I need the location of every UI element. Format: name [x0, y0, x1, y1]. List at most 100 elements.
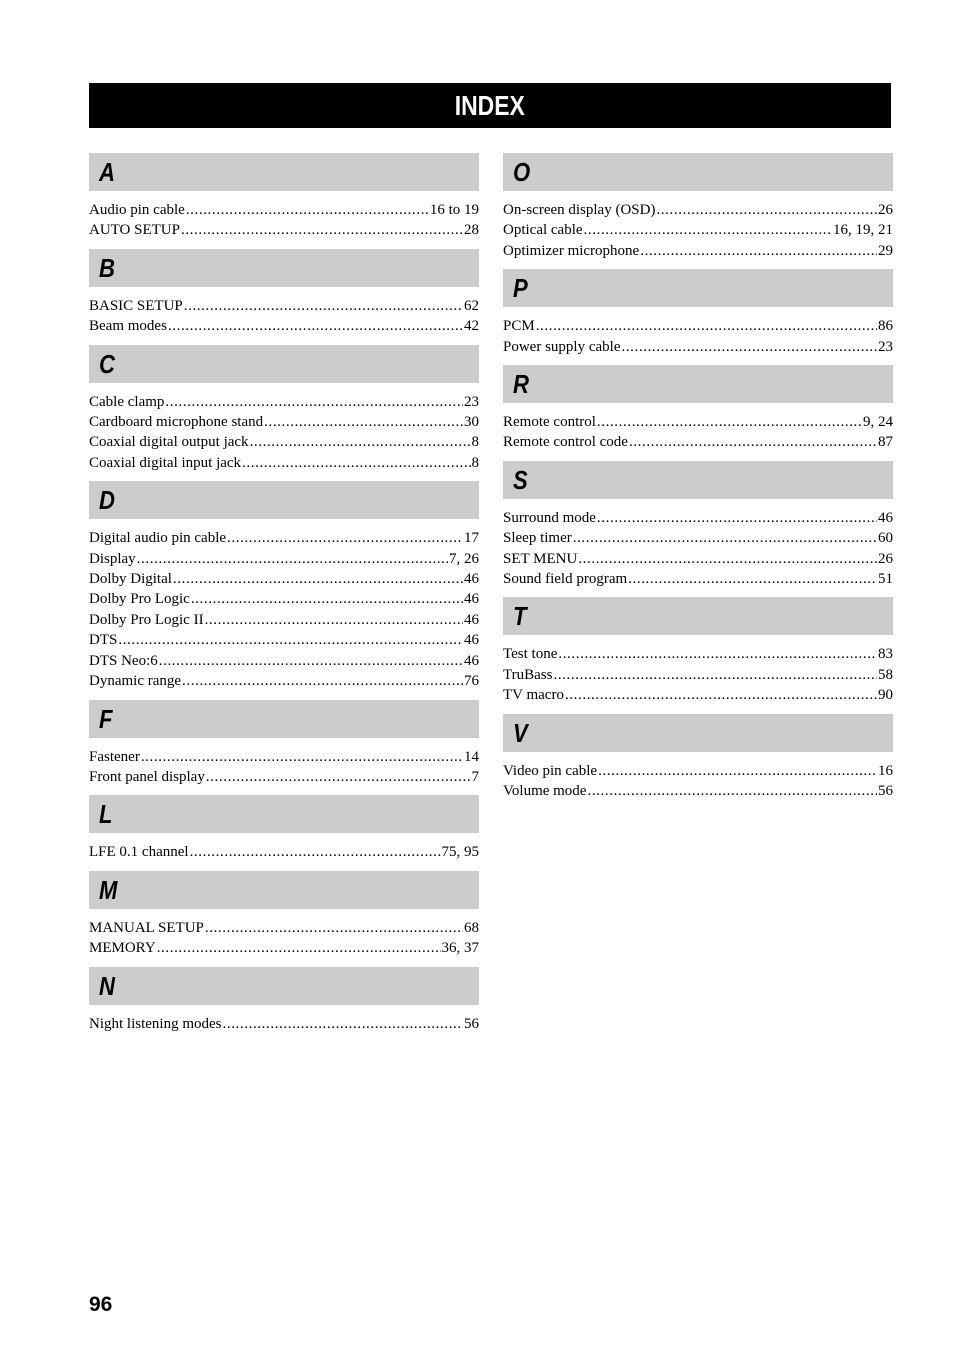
- dot-leader: [587, 781, 877, 801]
- section-header: A: [89, 153, 479, 191]
- entry-term: Power supply cable: [503, 338, 621, 355]
- entry-pages: 29: [878, 242, 893, 259]
- dot-leader: [173, 569, 463, 589]
- entry-term: Sound field program: [503, 571, 628, 588]
- entry-term: Test tone: [503, 646, 558, 663]
- index-entry: PCM 86: [503, 316, 893, 336]
- entry-term: Dolby Digital: [89, 571, 172, 588]
- index-right-column: O On-screen display (OSD) 26 Optical cable 1…: [503, 153, 893, 810]
- index-section-r: R Remote control 9, 24 Remote control code 8…: [503, 365, 893, 461]
- entry-term: Digital audio pin cable: [89, 530, 227, 547]
- index-left-column: A Audio pin cable 16 to 19 AUTO SETUP 28 B BAS…: [89, 153, 479, 1042]
- dot-leader: [640, 241, 877, 261]
- section-letter: M: [99, 874, 118, 905]
- entry-pages: 16 to 19: [429, 202, 479, 218]
- index-section-o: O On-screen display (OSD) 26 Optical cable 1…: [503, 153, 893, 269]
- entry-term: Optical cable: [503, 222, 583, 239]
- index-entry: Beam modes 42: [89, 316, 479, 336]
- section-letter: D: [99, 485, 115, 516]
- dot-leader: [186, 200, 429, 220]
- section-letter: S: [513, 464, 528, 495]
- index-section-f: F Fastener 14 Front panel display 7: [89, 699, 479, 796]
- dot-leader: [118, 630, 463, 650]
- entry-term: DTS Neo:6: [89, 652, 158, 669]
- entry-list: Night listening modes 56: [89, 1005, 479, 1042]
- entry-list: Test tone 83 TruBass 58 TV macro 90: [503, 635, 893, 713]
- entry-pages: 8: [471, 454, 480, 471]
- index-section-d: D Digital audio pin cable 17 Display 7, 26 Do…: [89, 481, 479, 699]
- entry-pages: 75, 95: [441, 844, 480, 861]
- dot-leader: [264, 412, 463, 432]
- entry-pages: 46: [464, 632, 479, 649]
- section-letter: C: [99, 348, 115, 379]
- index-entry: Display 7, 26: [89, 549, 479, 569]
- index-entry: Fastener 14: [89, 747, 479, 767]
- section-letter: P: [513, 273, 528, 304]
- entry-list: Surround mode 46 Sleep timer 60 SET MENU 26 So…: [503, 499, 893, 598]
- entry-pages: 83: [878, 646, 893, 663]
- dot-leader: [227, 528, 463, 548]
- section-header: S: [503, 460, 893, 499]
- dot-leader: [190, 842, 441, 862]
- section-letter: T: [513, 601, 527, 632]
- entry-pages: 7: [471, 768, 480, 785]
- entry-pages: 62: [464, 297, 479, 314]
- section-header: D: [89, 481, 479, 520]
- index-entry: MANUAL SETUP 68: [89, 918, 479, 938]
- index-entry: Dolby Pro Logic II 46: [89, 610, 479, 630]
- entry-list: MANUAL SETUP 68 MEMORY 36, 37: [89, 909, 479, 967]
- section-header: C: [89, 344, 479, 383]
- section-letter: F: [99, 703, 113, 734]
- index-section-v: V Video pin cable 16 Volume mode 56: [503, 713, 893, 810]
- index-section-a: A Audio pin cable 16 to 19 AUTO SETUP 28: [89, 153, 479, 249]
- entry-list: Video pin cable 16 Volume mode 56: [503, 752, 893, 810]
- dot-leader: [598, 761, 877, 781]
- section-header: L: [89, 795, 479, 834]
- entry-pages: 56: [878, 783, 893, 800]
- entry-term: SET MENU: [503, 550, 578, 567]
- entry-term: Cardboard microphone stand: [89, 414, 264, 431]
- entry-term: Dolby Pro Logic: [89, 591, 190, 608]
- entry-pages: 90: [878, 687, 893, 704]
- entry-term: AUTO SETUP: [89, 222, 180, 239]
- index-entry: AUTO SETUP 28: [89, 220, 479, 240]
- index-entry: Cable clamp 23: [89, 392, 479, 412]
- entry-pages: 23: [464, 393, 479, 410]
- dot-leader: [168, 316, 463, 336]
- section-header: N: [89, 966, 479, 1005]
- index-entry: Front panel display 7: [89, 767, 479, 787]
- entry-term: Beam modes: [89, 318, 167, 335]
- entry-pages: 36, 37: [441, 940, 480, 957]
- index-entry: On-screen display (OSD) 26: [503, 200, 893, 220]
- entry-term: DTS: [89, 632, 118, 649]
- dot-leader: [629, 432, 877, 452]
- dot-leader: [159, 651, 463, 671]
- dot-leader: [558, 644, 877, 664]
- entry-pages: 8: [471, 434, 480, 451]
- index-section-c: C Cable clamp 23 Cardboard microphone stand…: [89, 344, 479, 482]
- entry-term: MANUAL SETUP: [89, 919, 204, 936]
- entry-term: Night listening modes: [89, 1015, 222, 1032]
- section-header: R: [503, 365, 893, 404]
- entry-list: Digital audio pin cable 17 Display 7, 26 Dol…: [89, 519, 479, 699]
- dot-leader: [597, 412, 862, 432]
- entry-pages: 16, 19, 21: [833, 222, 893, 239]
- section-letter: A: [99, 157, 115, 187]
- entry-pages: 28: [464, 222, 479, 239]
- entry-term: Optimizer microphone: [503, 242, 640, 259]
- entry-list: Audio pin cable 16 to 19 AUTO SETUP 28: [89, 191, 479, 249]
- entry-pages: 58: [878, 666, 893, 683]
- entry-pages: 56: [464, 1015, 479, 1032]
- index-entry: Video pin cable 16: [503, 761, 893, 781]
- dot-leader: [536, 316, 877, 336]
- index-entry: DTS Neo:6 46: [89, 651, 479, 671]
- entry-pages: 46: [878, 509, 893, 526]
- entry-pages: 46: [464, 591, 479, 608]
- dot-leader: [223, 1014, 464, 1034]
- entry-list: Cable clamp 23 Cardboard microphone stand 3…: [89, 383, 479, 482]
- entry-pages: 87: [878, 434, 893, 451]
- entry-pages: 26: [878, 202, 893, 218]
- entry-pages: 46: [464, 652, 479, 669]
- entry-pages: 17: [464, 530, 479, 547]
- index-entry: LFE 0.1 channel 75, 95: [89, 842, 479, 862]
